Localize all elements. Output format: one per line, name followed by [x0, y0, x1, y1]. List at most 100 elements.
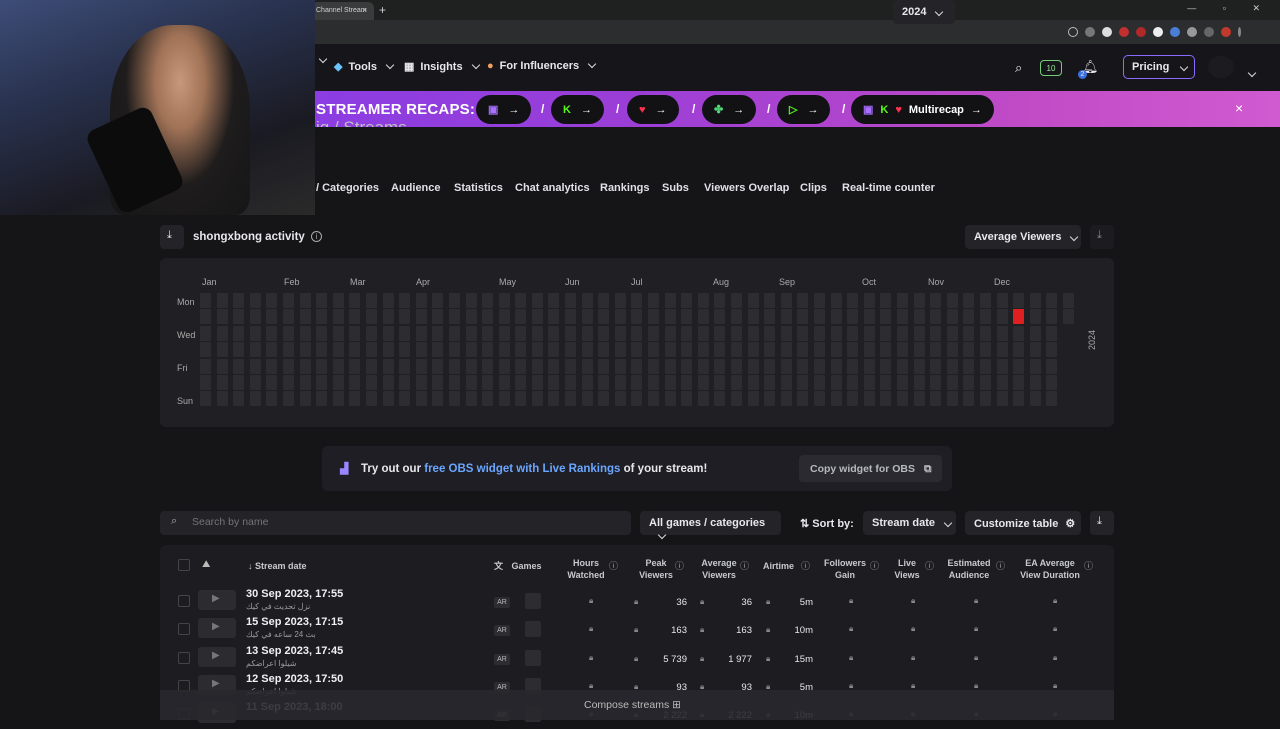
heatmap-cell[interactable] [598, 391, 610, 407]
heatmap-cell[interactable] [714, 358, 726, 374]
heatmap-cell[interactable] [863, 309, 875, 325]
heatmap-cell[interactable] [266, 309, 278, 325]
heatmap-cell[interactable] [896, 374, 908, 390]
heatmap-cell[interactable] [880, 374, 892, 390]
heatmap-cell[interactable] [465, 325, 477, 341]
heatmap-cell[interactable] [863, 358, 875, 374]
heatmap-cell[interactable] [565, 309, 577, 325]
heatmap-cell[interactable] [913, 374, 925, 390]
heatmap-cell[interactable] [913, 391, 925, 407]
game-icon[interactable] [525, 593, 541, 609]
tab-audience[interactable]: Audience [391, 182, 441, 194]
heatmap-cell[interactable] [664, 293, 676, 308]
heatmap-cell[interactable] [747, 358, 759, 374]
heatmap-cell[interactable] [349, 309, 361, 325]
extension-icons[interactable] [1068, 26, 1241, 38]
heatmap-cell[interactable] [979, 391, 991, 407]
heatmap-cell[interactable] [233, 342, 245, 358]
heatmap-cell[interactable] [266, 374, 278, 390]
compose-streams-button[interactable]: Compose streams ⊞ [584, 699, 681, 711]
heatmap-cell[interactable] [299, 293, 311, 308]
stream-thumbnail[interactable]: ▶ [198, 647, 236, 667]
info-icon[interactable]: ⓘ [675, 559, 684, 572]
puzzle-icon[interactable] [1187, 27, 1197, 37]
heatmap-cell[interactable] [365, 342, 377, 358]
heatmap-cell[interactable] [249, 293, 261, 308]
heatmap-cell[interactable] [399, 342, 411, 358]
heatmap-cell[interactable] [747, 374, 759, 390]
heatmap-cell[interactable] [1062, 309, 1074, 325]
heatmap-cell[interactable] [399, 391, 411, 407]
heatmap-cell[interactable] [266, 358, 278, 374]
game-icon[interactable] [525, 650, 541, 666]
heatmap-cell[interactable] [465, 309, 477, 325]
heatmap-cell[interactable] [913, 358, 925, 374]
heatmap-cell[interactable] [913, 342, 925, 358]
heatmap-cell[interactable] [531, 342, 543, 358]
heatmap-cell[interactable] [896, 293, 908, 308]
heatmap-cell[interactable] [681, 293, 693, 308]
heatmap-cell[interactable] [200, 358, 211, 374]
heatmap-cell[interactable] [664, 391, 676, 407]
recap-kick-button[interactable]: K → [551, 95, 604, 124]
heatmap-cell[interactable] [1046, 391, 1058, 407]
info-icon[interactable]: ⓘ [925, 559, 934, 572]
heatmap-cell[interactable] [515, 358, 527, 374]
heatmap-cell[interactable] [979, 325, 991, 341]
heatmap-cell[interactable] [216, 391, 228, 407]
heatmap-cell[interactable] [930, 342, 942, 358]
row-date[interactable]: 13 Sep 2023, 17:45 [246, 645, 343, 657]
heatmap-cell[interactable] [614, 374, 626, 390]
heatmap-cell[interactable] [200, 342, 211, 358]
heatmap-cell[interactable] [1013, 325, 1025, 341]
heatmap-cell[interactable] [233, 309, 245, 325]
heatmap-cell[interactable] [697, 293, 709, 308]
tab-rankings[interactable]: Rankings [600, 182, 650, 194]
chevron-down-icon[interactable] [1245, 63, 1257, 81]
heatmap-cell[interactable] [548, 358, 560, 374]
heatmap-cell[interactable] [316, 325, 328, 341]
heatmap-cell[interactable] [332, 309, 344, 325]
heatmap-cell[interactable] [830, 325, 842, 341]
heatmap-cell[interactable] [996, 293, 1008, 308]
info-icon[interactable]: ⓘ [801, 559, 810, 572]
search-input[interactable] [192, 516, 612, 528]
heatmap-cell[interactable] [631, 391, 643, 407]
heatmap-cell[interactable] [332, 374, 344, 390]
heatmap-cell[interactable] [598, 309, 610, 325]
heatmap-cell[interactable] [515, 309, 527, 325]
heatmap-cell[interactable] [664, 358, 676, 374]
heatmap-cell[interactable] [830, 342, 842, 358]
sort-dropdown[interactable]: Stream date [863, 511, 956, 535]
heatmap-cell[interactable] [565, 325, 577, 341]
heatmap-cell[interactable] [233, 325, 245, 341]
heatmap-cell[interactable] [282, 342, 294, 358]
heatmap-cell[interactable] [249, 391, 261, 407]
heatmap-cell[interactable] [830, 293, 842, 308]
heatmap-cell[interactable] [266, 391, 278, 407]
header-estimated-audience[interactable]: Estimated Audience [946, 557, 992, 581]
heatmap-cell[interactable] [233, 374, 245, 390]
obs-widget-link[interactable]: free OBS widget with Live Rankings [424, 463, 620, 475]
heatmap-cell[interactable] [714, 293, 726, 308]
header-stream-date[interactable]: ↓ Stream date [248, 560, 307, 572]
profile-icon[interactable] [1221, 27, 1231, 37]
heatmap-cell[interactable] [365, 374, 377, 390]
heatmap-cell[interactable] [598, 342, 610, 358]
heatmap-cell[interactable] [847, 325, 859, 341]
heatmap-cell[interactable] [399, 293, 411, 308]
heatmap-cell[interactable] [813, 293, 825, 308]
heatmap-cell[interactable] [963, 309, 975, 325]
heatmap-cell[interactable] [747, 391, 759, 407]
heatmap-cell[interactable] [482, 342, 494, 358]
heatmap-cell[interactable] [863, 293, 875, 308]
year-dropdown[interactable]: 2024 [893, 0, 955, 24]
heatmap-cell[interactable] [316, 374, 328, 390]
nav-chevron-icon[interactable] [316, 54, 328, 64]
heatmap-cell[interactable] [764, 293, 776, 308]
heatmap-cell[interactable] [299, 358, 311, 374]
recap-twitch-button[interactable]: ▣ → [476, 95, 532, 124]
search-icon[interactable] [1068, 27, 1078, 37]
row-checkbox[interactable] [178, 623, 190, 635]
heatmap-cell[interactable] [498, 374, 510, 390]
